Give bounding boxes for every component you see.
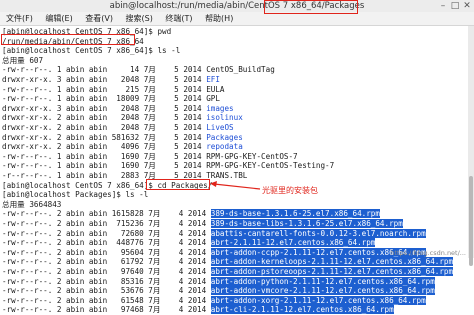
watermark: https://blog.csdn.net/... — [390, 249, 466, 257]
package-name: abrt-2.1.11-12.el7.centos.x86_64.rpm — [210, 238, 376, 248]
scrollbar-thumb[interactable] — [469, 176, 473, 266]
file-name: images — [206, 103, 234, 113]
file-meta: drwxr-xr-x. 2 abin abin 4096 7月 5 2014 — [2, 142, 207, 152]
file-name: isolinux — [206, 113, 243, 123]
file-row: -rw-r--r--. 1 abin abin 1690 7月 5 2014 R… — [2, 152, 298, 162]
file-name: LiveOS — [206, 123, 234, 132]
package-name: 389-ds-base-libs-1.3.1.6-25.el7.x86_64.r… — [210, 219, 403, 228]
window-titlebar: abin@localhost:/run/media/abin/CentOS 7 … — [0, 0, 474, 12]
package-name: abrt-addon-pstoreoops-2.1.11-12.el7.cent… — [210, 267, 454, 276]
package-name: abrt-addon-kerneloops-2.1.11-12.el7.cent… — [210, 257, 454, 267]
close-icon[interactable]: ✕ — [462, 1, 472, 11]
minimize-icon[interactable]: – — [438, 1, 448, 11]
file-meta: -rw-r--r--. 2 abin abin 715236 7月 4 2014 — [2, 219, 211, 228]
menu-view[interactable]: 查看(V) — [85, 14, 113, 23]
file-row: -rw-r--r--. 1 abin abin 14 7月 5 2014 Cen… — [2, 65, 275, 75]
file-meta: -rw-r--r--. 2 abin abin 61548 7月 4 2014 — [2, 295, 211, 305]
menu-terminal[interactable]: 终端(T) — [165, 14, 192, 23]
file-meta: -rw-r--r--. 2 abin abin 1615828 7月 4 201… — [2, 209, 211, 219]
menu-help[interactable]: 帮助(H) — [205, 14, 233, 23]
package-name: abattis-cantarell-fonts-0.0.12-3.el7.noa… — [210, 228, 426, 238]
file-meta: -rw-r--r--. 2 abin abin 95604 7月 4 2014 — [2, 247, 211, 257]
package-row: -rw-r--r--. 2 abin abin 85316 7月 4 2014 … — [2, 276, 435, 287]
file-meta: -rw-r--r--. 2 abin abin 61792 7月 4 2014 — [2, 257, 211, 267]
file-name: EFI — [206, 75, 220, 84]
highlight-cd-box — [146, 179, 210, 190]
file-meta: -rw-r--r--. 1 abin abin 14 7月 5 2014 — [2, 65, 207, 75]
file-name: repodata — [206, 142, 243, 152]
file-meta: -rw-r--r--. 2 abin abin 85316 7月 4 2014 — [2, 276, 211, 286]
maximize-icon[interactable]: □ — [450, 1, 460, 11]
file-name: Packages — [206, 132, 243, 142]
terminal-output[interactable]: [abin@localhost CentOS 7 x86_64]$ pwd /r… — [0, 26, 474, 315]
file-meta: drwxr-xr-x. 2 abin abin 581632 7月 5 2014 — [2, 132, 207, 142]
menu-bar: 文件(F) 编辑(E) 查看(V) 搜索(S) 终端(T) 帮助(H) — [0, 12, 474, 26]
package-name: abrt-addon-xorg-2.1.11-12.el7.centos.x86… — [210, 295, 426, 305]
file-name: RPM-GPG-KEY-CentOS-7 — [206, 151, 298, 161]
package-row: -rw-r--r--. 2 abin abin 1615828 7月 4 201… — [2, 209, 380, 219]
file-row: -rw-r--r--. 1 abin abin 1690 7月 5 2014 R… — [2, 161, 334, 171]
file-meta: drwxr-xr-x. 3 abin abin 2048 7月 5 2014 — [2, 103, 207, 113]
arrow-icon — [210, 181, 261, 190]
package-row: -rw-r--r--. 2 abin abin 53676 7月 4 2014 … — [2, 286, 435, 296]
file-row: drwxr-xr-x. 2 abin abin 4096 7月 5 2014 r… — [2, 142, 243, 152]
file-row: drwxr-xr-x. 2 abin abin 2048 7月 5 2014 L… — [2, 123, 234, 133]
file-row: -rw-r--r--. 1 abin abin 18009 7月 5 2014 … — [2, 94, 220, 104]
menu-search[interactable]: 搜索(S) — [126, 14, 153, 23]
package-row: -rw-r--r--. 2 abin abin 448776 7月 4 2014… — [2, 238, 376, 248]
menu-file[interactable]: 文件(F) — [6, 14, 33, 23]
file-meta: drwxr-xr-x. 2 abin abin 2048 7月 5 2014 — [2, 113, 207, 123]
package-name: abrt-addon-python-2.1.11-12.el7.centos.x… — [210, 276, 435, 286]
annotation-label: 光驱里的安装包 — [262, 186, 318, 195]
file-meta: -rw-r--r--. 1 abin abin 18009 7月 5 2014 — [2, 94, 207, 104]
file-meta: -rw-r--r--. 2 abin abin 97468 7月 4 2014 — [2, 305, 211, 315]
file-meta: drwxr-xr-x. 2 abin abin 2048 7月 5 2014 — [2, 123, 207, 132]
prompt-line: [abin@localhost Packages]$ ls -l — [2, 190, 149, 200]
file-name: EULA — [206, 84, 225, 94]
package-row: -rw-r--r--. 2 abin abin 715236 7月 4 2014… — [2, 219, 403, 229]
file-row: -rw-r--r--. 1 abin abin 215 7月 5 2014 EU… — [2, 85, 224, 95]
prompt-line: [abin@localhost CentOS 7 x86_64]$ ls -l — [2, 46, 181, 56]
file-name: CentOS_BuildTag — [206, 65, 275, 75]
highlight-title-box — [264, 0, 358, 14]
file-row: drwxr-xr-x. 2 abin abin 2048 7月 5 2014 i… — [2, 113, 243, 123]
package-name: abrt-addon-vmcore-2.1.11-12.el7.centos.x… — [210, 286, 435, 296]
file-meta: -rw-r--r--. 1 abin abin 1690 7月 5 2014 — [2, 161, 207, 171]
package-name: 389-ds-base-1.3.1.6-25.el7.x86_64.rpm — [210, 209, 380, 219]
package-row: -rw-r--r--. 2 abin abin 97468 7月 4 2014 … — [2, 305, 394, 315]
total-line: 总用量 607 — [2, 55, 44, 65]
file-row: drwxr-xr-x. 3 abin abin 2048 7月 5 2014 i… — [2, 104, 234, 114]
file-meta: -rw-r--r--. 2 abin abin 97640 7月 4 2014 — [2, 267, 211, 276]
package-row: -rw-r--r--. 2 abin abin 72680 7月 4 2014 … — [2, 228, 426, 239]
file-row: drwxr-xr-x. 2 abin abin 581632 7月 5 2014… — [2, 133, 243, 143]
scrollbar[interactable] — [468, 26, 474, 266]
menu-edit[interactable]: 编辑(E) — [45, 14, 72, 23]
package-row: -rw-r--r--. 2 abin abin 95604 7月 4 2014 … — [2, 247, 426, 258]
file-meta: -rw-r--r--. 2 abin abin 448776 7月 4 2014 — [2, 238, 211, 248]
package-row: -rw-r--r--. 2 abin abin 97640 7月 4 2014 … — [2, 267, 454, 277]
file-meta: -rw-r--r--. 2 abin abin 53676 7月 4 2014 — [2, 286, 211, 296]
file-name: TRANS.TBL — [206, 171, 248, 180]
package-row: -rw-r--r--. 2 abin abin 61548 7月 4 2014 … — [2, 295, 426, 306]
package-row: -rw-r--r--. 2 abin abin 61792 7月 4 2014 … — [2, 257, 454, 267]
file-name: RPM-GPG-KEY-CentOS-Testing-7 — [206, 161, 335, 171]
file-name: GPL — [206, 94, 220, 104]
file-row: drwxr-xr-x. 3 abin abin 2048 7月 5 2014 E… — [2, 75, 220, 85]
file-meta: -rw-r--r--. 2 abin abin 72680 7月 4 2014 — [2, 228, 211, 238]
total-line: 总用量 3664843 — [2, 199, 62, 209]
package-name: abrt-cli-2.1.11-12.el7.centos.x86_64.rpm — [210, 305, 394, 315]
file-meta: -rw-r--r--. 1 abin abin 215 7月 5 2014 — [2, 84, 207, 94]
file-meta: -rw-r--r--. 1 abin abin 1690 7月 5 2014 — [2, 151, 207, 161]
highlight-pwd-box — [1, 34, 135, 45]
file-meta: drwxr-xr-x. 3 abin abin 2048 7月 5 2014 — [2, 75, 207, 84]
